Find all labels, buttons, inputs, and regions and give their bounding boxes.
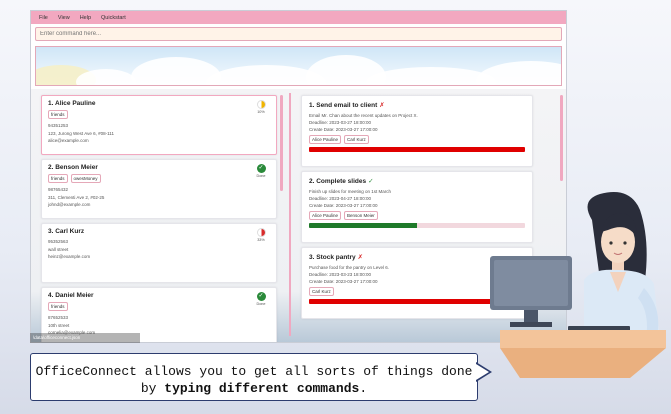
task-create-date: Create Date: 2023-03-27 17:00:00 xyxy=(309,127,378,132)
person-tag: friends xyxy=(48,110,68,119)
caption-emphasis: typing different commands xyxy=(164,381,360,396)
caption-bubble: OfficeConnect allows you to get all sort… xyxy=(30,353,478,401)
person-status-label: Done xyxy=(256,302,266,306)
task-progress-fill xyxy=(309,147,525,152)
person-phone: 95352563 xyxy=(48,239,69,244)
assignee-chip: Alice Pauline xyxy=(309,135,342,144)
person-list[interactable]: 1. Alice Pauline friends 94351253 123, J… xyxy=(31,89,287,342)
person-card[interactable]: 2. Benson Meier friends owesMoney 9876543… xyxy=(41,159,277,219)
progress-pie-icon xyxy=(256,100,266,109)
person-address: 123, Jurong West Ave 6, #08-111 xyxy=(48,130,114,136)
menu-quickstart[interactable]: Quickstart xyxy=(101,15,126,21)
assignee-chip: Carl Kurz xyxy=(309,287,334,296)
person-address: wall street xyxy=(48,246,69,252)
person-status-label: 33% xyxy=(257,238,265,242)
person-phone: 87652533 xyxy=(48,315,69,320)
menu-help[interactable]: Help xyxy=(80,15,91,21)
task-progress-fill xyxy=(309,223,417,228)
caption-line-2: by typing different commands. xyxy=(140,381,368,396)
person-status: ✓ Done xyxy=(254,292,268,306)
person-status: 33% xyxy=(254,228,268,242)
person-list-scrollbar[interactable] xyxy=(280,95,283,191)
person-tag: friends xyxy=(48,174,68,183)
assignee-chip: Carl Kurz xyxy=(344,135,369,144)
assignee-chip: Benson Meier xyxy=(344,211,378,220)
menu-file[interactable]: File xyxy=(39,15,48,21)
person-status: 10% xyxy=(254,100,268,114)
office-worker-illustration xyxy=(490,192,666,378)
task-list-scrollbar[interactable] xyxy=(560,95,563,181)
task-description: Email Mr. Chan about the recent updates … xyxy=(309,113,418,118)
person-address: 10th street xyxy=(48,322,70,328)
person-tags: friends xyxy=(48,110,270,119)
person-tag: owesMoney xyxy=(70,174,101,183)
task-deadline: Deadline: 2023-03-27 18:00:00 xyxy=(309,120,372,125)
person-status-label: Done xyxy=(256,174,266,178)
cross-icon: ✗ xyxy=(379,102,385,109)
person-phone: 94351253 xyxy=(48,123,69,128)
assignee-chip: Alice Pauline xyxy=(309,211,342,220)
person-tags: friends owesMoney xyxy=(48,174,270,183)
task-card[interactable]: 1. Send email to client ✗ Email Mr. Chan … xyxy=(301,95,533,167)
menu-bar: File View Help Quickstart xyxy=(31,11,566,24)
task-title: 1. Send email to client ✗ xyxy=(309,102,385,109)
person-email: heinz@example.com xyxy=(48,254,91,259)
person-tag: friends xyxy=(48,302,68,311)
progress-pie-icon xyxy=(256,228,266,237)
person-name: 2. Benson Meier xyxy=(48,164,98,171)
cross-icon: ✗ xyxy=(357,254,364,261)
result-display xyxy=(35,46,562,86)
task-progress-bar xyxy=(309,147,525,152)
person-address: 311, Clementi Ave 2, #02-25 xyxy=(48,194,105,200)
person-card[interactable]: 3. Carl Kurz 95352563 wall street heinz@… xyxy=(41,223,277,283)
command-input[interactable] xyxy=(40,31,561,37)
person-phone: 98765432 xyxy=(48,187,69,192)
command-box xyxy=(35,27,562,41)
menu-view[interactable]: View xyxy=(58,15,70,21)
person-status-label: 10% xyxy=(257,110,265,114)
person-status: ✓ Done xyxy=(254,164,268,178)
person-name: 4. Daniel Meier xyxy=(48,292,94,299)
done-check-icon: ✓ xyxy=(256,292,266,301)
caption-line-1: OfficeConnect allows you to get all sort… xyxy=(35,364,473,379)
person-tags: friends xyxy=(48,302,270,311)
person-email: johnd@example.com xyxy=(48,202,91,207)
person-card[interactable]: 1. Alice Pauline friends 94351253 123, J… xyxy=(41,95,277,155)
check-icon: ✓ xyxy=(368,178,374,185)
status-bar: \data\officeconnect.json xyxy=(30,333,140,343)
person-name: 3. Carl Kurz xyxy=(48,228,85,235)
task-assignees: Alice Pauline Carl Kurz xyxy=(309,135,525,144)
person-email: alice@example.com xyxy=(48,138,89,143)
done-check-icon: ✓ xyxy=(256,164,266,173)
person-name: 1. Alice Pauline xyxy=(48,100,96,107)
